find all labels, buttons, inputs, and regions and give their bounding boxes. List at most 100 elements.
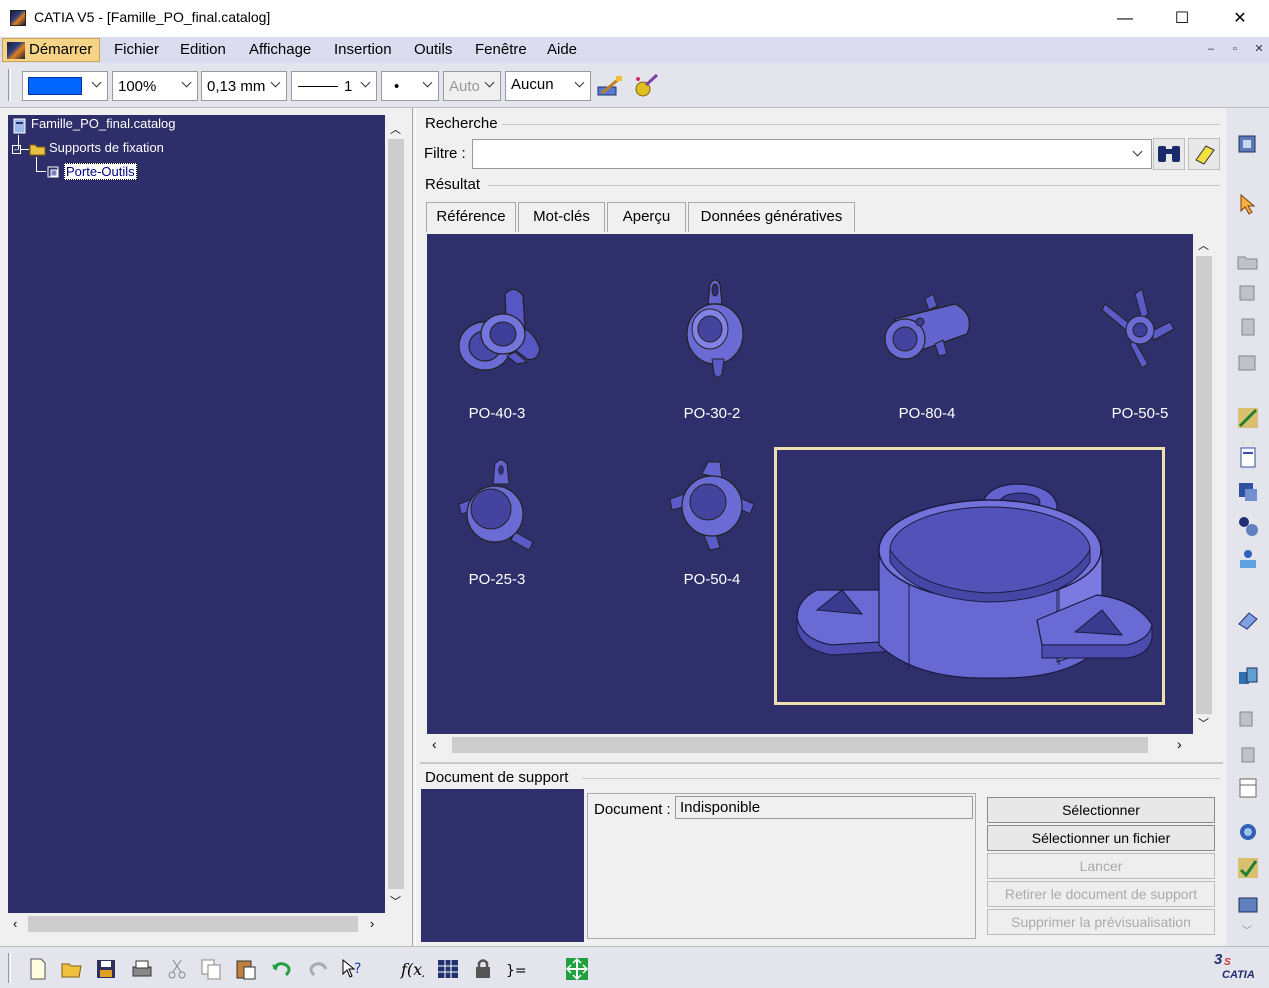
copy-icon[interactable]	[1236, 708, 1260, 732]
minimize-button[interactable]: —	[1096, 0, 1154, 37]
print-icon[interactable]	[130, 957, 154, 981]
close-button[interactable]: ✕	[1211, 0, 1269, 37]
paste-icon[interactable]	[1236, 742, 1260, 766]
gallery-horizontal-scrollbar[interactable]: ‹ ›	[427, 734, 1193, 756]
tree-collapse-toggle[interactable]: –	[12, 145, 21, 154]
scroll-thumb[interactable]	[452, 737, 1148, 753]
splitter[interactable]	[412, 108, 416, 946]
eraser-icon[interactable]	[1236, 608, 1260, 632]
tree-family-porte-outils[interactable]: Porte-Outils	[64, 163, 137, 180]
transparency-combo[interactable]: 100%	[112, 71, 198, 101]
resolve-icon[interactable]	[1236, 514, 1260, 538]
add-component-icon[interactable]	[1236, 316, 1260, 340]
menu-fenetre[interactable]: Fenêtre	[475, 41, 527, 58]
part-thumbnail-po-50-5[interactable]	[1090, 274, 1193, 384]
select-file-button[interactable]: Sélectionner un fichier	[987, 825, 1215, 851]
save-icon[interactable]	[94, 957, 118, 981]
design-table-icon[interactable]	[436, 957, 460, 981]
formula-fx-icon[interactable]: f(x)	[400, 957, 424, 981]
linetype-combo[interactable]: 1	[291, 71, 377, 101]
toolbar-grip[interactable]	[8, 69, 11, 101]
menu-aide[interactable]: Aide	[547, 41, 577, 58]
painter-icon[interactable]	[596, 75, 624, 99]
tree-chapter-supports[interactable]: Supports de fixation	[49, 140, 164, 155]
scroll-right-icon[interactable]: ›	[370, 916, 374, 931]
undo-icon[interactable]	[270, 957, 294, 981]
keyword-icon[interactable]	[1236, 406, 1260, 430]
point-symbol-combo[interactable]: •	[381, 71, 439, 101]
remove-support-document-button[interactable]: Retirer le document de support	[987, 881, 1215, 907]
table-icon[interactable]	[1236, 776, 1260, 800]
copy-properties-icon[interactable]	[632, 73, 660, 99]
tree-vertical-scrollbar[interactable]: ︿ ﹀	[385, 115, 407, 913]
binoculars-search-icon[interactable]	[1153, 138, 1185, 170]
doc-restore-button[interactable]: ▫	[1226, 40, 1244, 58]
add-chapter-icon[interactable]	[1236, 250, 1260, 274]
part-thumbnail-po-25-3[interactable]	[445, 454, 555, 564]
tab-mot-cles[interactable]: Mot-clés	[518, 202, 605, 232]
delete-preview-button[interactable]: Supprimer la prévisualisation	[987, 909, 1215, 935]
part-thumbnail-po-30-2[interactable]	[660, 274, 770, 384]
lock-icon[interactable]	[471, 957, 495, 981]
knowledge-expert-icon[interactable]: }=	[505, 957, 529, 981]
scroll-up-icon[interactable]: ︿	[1198, 237, 1209, 253]
sync-icon[interactable]	[1236, 820, 1260, 844]
part-thumbnail-po-80-4[interactable]	[875, 274, 985, 384]
select-button[interactable]: Sélectionner	[987, 797, 1215, 823]
tree-root-catalog[interactable]: Famille_PO_final.catalog	[31, 116, 176, 131]
catalog-tree[interactable]: Famille_PO_final.catalog – Supports de f…	[8, 115, 385, 913]
report-icon[interactable]	[1236, 856, 1260, 880]
preview-gallery[interactable]: PO-40-3 PO-30-2 PO-80-4 PO-50-5 PO-25-3 …	[427, 234, 1193, 734]
menu-insertion[interactable]: Insertion	[334, 41, 392, 58]
link-icon[interactable]	[1236, 548, 1260, 572]
layer-combo[interactable]: Aucun	[505, 71, 591, 101]
tab-reference[interactable]: Référence	[426, 202, 516, 232]
paste-icon[interactable]	[234, 957, 258, 981]
add-part-family-icon[interactable]	[1236, 350, 1260, 374]
scroll-up-icon[interactable]: ︿	[390, 121, 401, 137]
filter-input[interactable]	[472, 139, 1152, 169]
large-preview-frame[interactable]	[774, 447, 1165, 705]
launch-button[interactable]: Lancer	[987, 853, 1215, 879]
generate-icon[interactable]	[1236, 664, 1260, 688]
tab-donnees-generatives[interactable]: Données génératives	[688, 202, 855, 232]
maximize-button[interactable]: ☐	[1153, 0, 1211, 37]
scroll-down-icon[interactable]: ﹀	[390, 893, 401, 909]
save-catalog-icon[interactable]	[1236, 892, 1260, 916]
tree-horizontal-scrollbar[interactable]: ‹ ›	[8, 913, 385, 935]
part-thumbnail-po-40-3[interactable]	[445, 274, 555, 384]
scroll-thumb[interactable]	[1196, 256, 1212, 714]
fit-all-in-icon[interactable]	[565, 957, 589, 981]
more-tools-chevron-icon[interactable]: ﹀	[1242, 922, 1252, 937]
whats-this-help-icon[interactable]: ?	[340, 957, 364, 981]
copy-icon[interactable]	[199, 957, 223, 981]
doc-close-button[interactable]: ✕	[1250, 40, 1268, 58]
redo-icon[interactable]	[306, 957, 330, 981]
cut-icon[interactable]	[165, 957, 189, 981]
eraser-clear-icon[interactable]	[1188, 138, 1220, 170]
scroll-left-icon[interactable]: ‹	[432, 736, 437, 752]
scroll-thumb[interactable]	[388, 139, 404, 889]
doc-minimize-button[interactable]: –	[1202, 40, 1220, 58]
scroll-thumb[interactable]	[28, 916, 358, 932]
menu-fichier[interactable]: Fichier	[114, 41, 159, 58]
scroll-left-icon[interactable]: ‹	[13, 916, 17, 931]
catalog-editor-icon[interactable]	[1236, 132, 1260, 156]
part-thumbnail-po-50-4[interactable]	[660, 454, 770, 564]
line-thickness-combo[interactable]: 0,13 mm	[201, 71, 287, 101]
select-arrow-icon[interactable]	[1236, 192, 1260, 216]
document-field[interactable]: Indisponible	[675, 796, 973, 819]
add-family-icon[interactable]	[1236, 282, 1260, 306]
new-file-icon[interactable]	[26, 957, 50, 981]
menu-affichage[interactable]: Affichage	[249, 41, 311, 58]
scroll-down-icon[interactable]: ﹀	[1198, 715, 1209, 731]
color-combo[interactable]	[22, 71, 108, 101]
menu-outils[interactable]: Outils	[414, 41, 452, 58]
toolbar-grip[interactable]	[8, 953, 11, 983]
menu-edition[interactable]: Edition	[180, 41, 226, 58]
menu-demarrer[interactable]: Démarrer	[2, 38, 100, 62]
scroll-right-icon[interactable]: ›	[1177, 736, 1182, 752]
gallery-vertical-scrollbar[interactable]: ︿ ﹀	[1193, 234, 1215, 734]
add-keyword-icon[interactable]	[1236, 480, 1260, 504]
tab-apercu[interactable]: Aperçu	[607, 202, 686, 232]
